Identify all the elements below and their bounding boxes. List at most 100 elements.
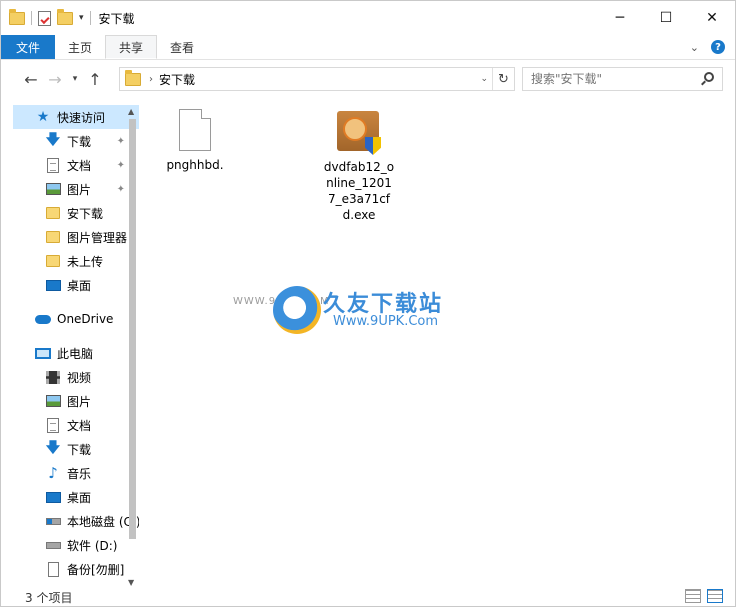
sidebar-item-drive-d[interactable]: 软件 (D:) — [13, 533, 139, 557]
forward-button[interactable]: → — [43, 70, 67, 89]
sidebar-item-label: 音乐 — [67, 466, 92, 481]
search-icon[interactable] — [704, 72, 714, 82]
sidebar-item-desktop[interactable]: 桌面 — [13, 273, 139, 297]
search-box[interactable] — [522, 67, 723, 91]
expand-ribbon-chevron-icon[interactable]: ⌄ — [690, 41, 699, 54]
sidebar-item-videos[interactable]: 视频 — [13, 365, 139, 389]
sidebar-item-documents[interactable]: 文档 ✦ — [13, 153, 139, 177]
address-bar[interactable]: › 安下载 ⌄ ↻ — [119, 67, 515, 91]
properties-icon[interactable] — [38, 10, 51, 26]
customize-toolbar-dropdown-icon[interactable]: ▾ — [79, 13, 84, 23]
explorer-window: ▾ 安下载 ─ ☐ ✕ 文件 主页 共享 查看 ⌄ ? ← → ▾ ↑ › 安下… — [0, 0, 736, 607]
maximize-button[interactable]: ☐ — [643, 1, 689, 35]
search-input[interactable] — [531, 72, 691, 86]
sidebar-item-label: 此电脑 — [57, 346, 94, 361]
navigation-pane-scrollbar[interactable]: ▲ ▼ — [124, 105, 141, 587]
document-icon — [47, 157, 59, 173]
new-folder-icon[interactable] — [57, 8, 73, 25]
watermark: WWW.9UPK.COM 久友下载站 Www.9UPK.Com — [233, 286, 483, 346]
file-item[interactable]: dvdfab12_online_12017_e3a71cfd.exe — [319, 107, 399, 223]
pictures-icon — [45, 395, 61, 407]
file-item[interactable]: pnghhbd. — [155, 109, 235, 173]
sidebar-item-this-pc[interactable]: 此电脑 — [13, 341, 139, 365]
close-button[interactable]: ✕ — [689, 1, 735, 35]
large-icons-view-icon[interactable] — [707, 589, 723, 603]
navigation-pane: ★ 快速访问 🡇 下载 ✦ 文档 ✦ 图片 ✦ 安下载 图片管理器 未上传 桌面… — [13, 105, 139, 585]
address-dropdown-icon[interactable]: ⌄ — [480, 74, 488, 84]
window-title: 安下载 — [98, 11, 135, 26]
blank-file-icon — [179, 109, 211, 151]
sidebar-item-anxiazai[interactable]: 安下载 — [13, 201, 139, 225]
quick-access-toolbar: ▾ — [1, 8, 91, 26]
sidebar-item-label: 快速访问 — [57, 110, 106, 125]
window-controls: ─ ☐ ✕ — [597, 1, 735, 35]
separator — [31, 11, 32, 25]
sidebar-item-backup[interactable]: 备份[勿删] — [13, 557, 139, 581]
tab-home[interactable]: 主页 — [55, 35, 105, 59]
scrollbar-thumb[interactable] — [129, 119, 136, 539]
sidebar-item-onedrive[interactable]: OneDrive — [13, 307, 139, 331]
up-button[interactable]: ↑ — [83, 70, 107, 89]
sidebar-item-pc-desktop[interactable]: 桌面 — [13, 485, 139, 509]
music-icon: ♪ — [48, 464, 58, 482]
sidebar-item-label: 桌面 — [67, 490, 92, 505]
separator — [89, 11, 91, 25]
sidebar-item-label: 图片 — [67, 182, 92, 197]
sidebar-item-quick-access[interactable]: ★ 快速访问 — [13, 105, 139, 129]
details-view-icon[interactable] — [685, 589, 701, 603]
folder-icon — [46, 207, 60, 219]
folder-icon — [46, 255, 60, 267]
video-icon — [46, 370, 60, 384]
sidebar-item-pc-downloads[interactable]: 🡇 下载 — [13, 437, 139, 461]
scroll-up-icon[interactable]: ▲ — [128, 107, 134, 116]
sidebar-item-label: 安下载 — [67, 206, 104, 221]
refresh-button[interactable]: ↻ — [492, 68, 514, 90]
breadcrumb-separator[interactable]: › — [149, 74, 153, 85]
help-icon[interactable]: ? — [711, 40, 725, 54]
sidebar-item-label: 下载 — [67, 442, 92, 457]
file-name: pnghhbd. — [166, 158, 224, 172]
folder-icon — [9, 8, 25, 25]
file-name: dvdfab12_online_12017_e3a71cfd.exe — [323, 160, 395, 222]
sidebar-item-pc-pictures[interactable]: 图片 — [13, 389, 139, 413]
sidebar-item-pictures[interactable]: 图片 ✦ — [13, 177, 139, 201]
download-arrow-icon: 🡇 — [45, 132, 61, 148]
sidebar-item-downloads[interactable]: 🡇 下载 ✦ — [13, 129, 139, 153]
sidebar-item-label: 备份[勿删] — [67, 562, 125, 577]
sidebar-item-image-manager[interactable]: 图片管理器 — [13, 225, 139, 249]
back-button[interactable]: ← — [19, 70, 43, 89]
sidebar-item-pc-documents[interactable]: 文档 — [13, 413, 139, 437]
tab-file[interactable]: 文件 — [1, 35, 56, 59]
star-icon: ★ — [36, 109, 50, 125]
breadcrumb-current[interactable]: 安下载 — [159, 71, 195, 88]
sidebar-item-label: 下载 — [67, 134, 92, 149]
sidebar-item-label: 图片 — [67, 394, 92, 409]
sidebar-item-drive-c[interactable]: 本地磁盘 (C:) — [13, 509, 139, 533]
cloud-icon — [35, 314, 51, 324]
sidebar-item-not-uploaded[interactable]: 未上传 — [13, 249, 139, 273]
desktop-icon — [45, 491, 61, 503]
sidebar-item-label: 视频 — [67, 370, 92, 385]
drive-icon — [45, 541, 61, 549]
sidebar-item-label: 桌面 — [67, 278, 92, 293]
watermark-logo-icon — [273, 286, 321, 334]
sidebar-item-label: 文档 — [67, 158, 92, 173]
computer-icon — [35, 347, 51, 359]
sidebar-item-label: 未上传 — [67, 254, 104, 269]
desktop-icon — [45, 279, 61, 291]
recent-locations-dropdown[interactable]: ▾ — [67, 74, 83, 84]
tab-share[interactable]: 共享 — [105, 35, 158, 59]
sidebar-item-label: 图片管理器 — [67, 230, 128, 245]
download-arrow-icon: 🡇 — [45, 440, 61, 456]
navigation-bar: ← → ▾ ↑ › 安下载 ⌄ ↻ — [1, 61, 735, 97]
pictures-icon — [45, 183, 61, 195]
sidebar-item-label: 文档 — [67, 418, 92, 433]
document-icon — [47, 417, 59, 433]
minimize-button[interactable]: ─ — [597, 1, 643, 35]
folder-icon — [125, 69, 141, 86]
tab-view[interactable]: 查看 — [157, 35, 207, 59]
view-switcher — [685, 589, 723, 603]
sidebar-item-label: 软件 (D:) — [67, 538, 118, 553]
title-bar: ▾ 安下载 ─ ☐ ✕ — [1, 1, 735, 35]
sidebar-item-music[interactable]: ♪ 音乐 — [13, 461, 139, 485]
